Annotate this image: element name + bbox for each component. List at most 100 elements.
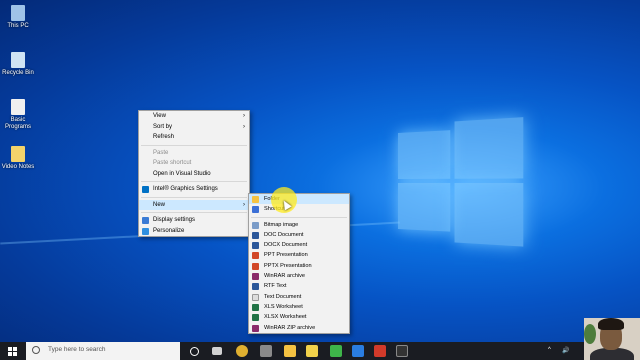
desktop-icon-video-notes[interactable]: Video Notes [1, 146, 35, 171]
submenu-item-folder[interactable]: Folder [249, 194, 349, 205]
desktop-icon-recycle-bin[interactable]: Recycle Bin [1, 52, 35, 77]
windows-logo-wallpaper [398, 117, 526, 249]
submenu-item-text[interactable]: Text Document [249, 292, 349, 302]
menu-item-label: Bitmap image [264, 221, 299, 228]
menu-item-label: Refresh [153, 134, 175, 140]
desktop-context-menu: View › Sort by › Refresh Paste Paste short… [138, 110, 250, 237]
chevron-right-icon: › [243, 201, 245, 208]
desktop-icon-label: Basic Programs [4, 117, 31, 130]
new-submenu: Folder Shortcut Bitmap image DOC Documen… [248, 193, 350, 334]
submenu-item-winrar-zip[interactable]: WinRAR ZIP archive [249, 323, 349, 333]
submenu-item-docx[interactable]: DOCX Document [249, 240, 349, 250]
recorder-icon[interactable] [374, 345, 386, 357]
app-icon[interactable] [260, 345, 272, 357]
windows-logo-icon [13, 347, 17, 351]
menu-separator [141, 144, 247, 146]
taskbar-search-box[interactable]: Type here to search [26, 342, 180, 360]
text-icon [252, 293, 259, 301]
submenu-item-xlsx[interactable]: XLSX Worksheet [249, 312, 349, 322]
winrar-zip-icon [252, 324, 259, 332]
desktop-icon-label: This PC [7, 23, 29, 29]
menu-item-label: Sort by [153, 123, 173, 130]
menu-item-intel-graphics[interactable]: Intel® Graphics Settings [139, 184, 249, 195]
menu-separator [141, 212, 247, 213]
menu-item-new[interactable]: New › [139, 199, 249, 210]
file-icon [11, 99, 25, 115]
desktop-icon-this-pc[interactable]: This PC [1, 5, 35, 30]
menu-item-paste-shortcut: Paste shortcut [139, 158, 249, 169]
shortcut-icon [252, 206, 259, 214]
sticky-notes-icon[interactable] [306, 345, 318, 357]
menu-item-label: WinRAR archive [264, 273, 306, 280]
intel-icon [142, 186, 149, 193]
webcam-overlay [584, 318, 640, 360]
submenu-item-winrar[interactable]: WinRAR archive [249, 271, 349, 281]
cortana-icon[interactable] [190, 347, 199, 356]
menu-item-personalize[interactable]: Personalize [139, 226, 249, 237]
menu-item-sort-by[interactable]: Sort by › [139, 122, 249, 133]
menu-item-paste: Paste [139, 148, 249, 159]
excel-icon [252, 303, 259, 311]
menu-item-label: PPT Presentation [264, 252, 308, 259]
menu-item-label: Display settings [153, 217, 196, 223]
menu-item-label: Paste [153, 149, 169, 156]
menu-item-label: PPTX Presentation [264, 262, 312, 269]
tray-chevron-icon[interactable]: ^ [548, 347, 551, 353]
personalize-icon [142, 227, 149, 235]
menu-item-label: DOCX Document [264, 242, 308, 249]
menu-separator [141, 181, 247, 182]
menu-item-label: XLS Worksheet [264, 303, 303, 310]
chrome-icon[interactable] [236, 345, 248, 357]
submenu-item-doc[interactable]: DOC Document [249, 230, 349, 240]
menu-item-open-visual-studio[interactable]: Open in Visual Studio [139, 169, 249, 180]
menu-item-label: Paste shortcut [153, 160, 192, 166]
display-icon [142, 217, 149, 224]
search-icon [32, 346, 40, 354]
plant [584, 324, 596, 344]
task-view-icon[interactable] [212, 347, 222, 355]
desktop-icon-label: Recycle Bin [2, 70, 34, 76]
menu-item-refresh[interactable]: Refresh [139, 132, 249, 143]
bitmap-icon [252, 221, 259, 229]
menu-item-label: Personalize [153, 227, 185, 234]
desktop-icon-label: Video Notes [1, 164, 35, 170]
menu-separator [251, 216, 347, 218]
terminal-icon[interactable] [396, 345, 408, 357]
computer-icon [11, 5, 25, 21]
powerpoint-icon [252, 262, 259, 270]
menu-item-label: DOC Document [264, 231, 304, 238]
menu-item-label: XLSX Worksheet [264, 314, 307, 321]
submenu-item-xls[interactable]: XLS Worksheet [249, 302, 349, 312]
windows-logo-icon [8, 352, 12, 356]
submenu-item-rtf[interactable]: RTF Text [249, 281, 349, 291]
submenu-item-bitmap[interactable]: Bitmap image [249, 220, 349, 230]
chevron-right-icon: › [243, 113, 245, 119]
camtasia-icon[interactable] [330, 345, 342, 357]
submenu-item-shortcut[interactable]: Shortcut [249, 204, 349, 214]
menu-separator [141, 196, 247, 198]
word-icon [252, 242, 259, 250]
ms-store-icon[interactable] [352, 345, 364, 357]
menu-item-view[interactable]: View › [139, 111, 249, 122]
taskbar: Type here to search ^ 🔊 [0, 342, 640, 360]
powerpoint-icon [252, 252, 259, 260]
word-icon [252, 231, 259, 239]
presenter-hair [598, 318, 624, 330]
start-button[interactable] [0, 342, 26, 360]
submenu-item-pptx[interactable]: PPTX Presentation [249, 261, 349, 271]
desktop-icon-basic-programs[interactable]: Basic Programs [1, 99, 35, 131]
menu-item-label: Open in Visual Studio [153, 170, 211, 177]
windows-logo-icon [8, 347, 12, 351]
menu-item-display-settings[interactable]: Display settings [139, 215, 249, 226]
volume-icon[interactable]: 🔊 [562, 347, 569, 354]
file-icon [11, 146, 25, 162]
search-placeholder: Type here to search [48, 346, 106, 353]
file-explorer-icon[interactable] [284, 345, 296, 357]
submenu-item-ppt[interactable]: PPT Presentation [249, 250, 349, 260]
menu-item-label: New [153, 201, 166, 208]
windows-logo-icon [13, 352, 17, 356]
chevron-right-icon: › [243, 123, 245, 130]
menu-item-label: View [153, 113, 166, 119]
excel-icon [252, 314, 259, 322]
folder-icon [252, 196, 259, 203]
